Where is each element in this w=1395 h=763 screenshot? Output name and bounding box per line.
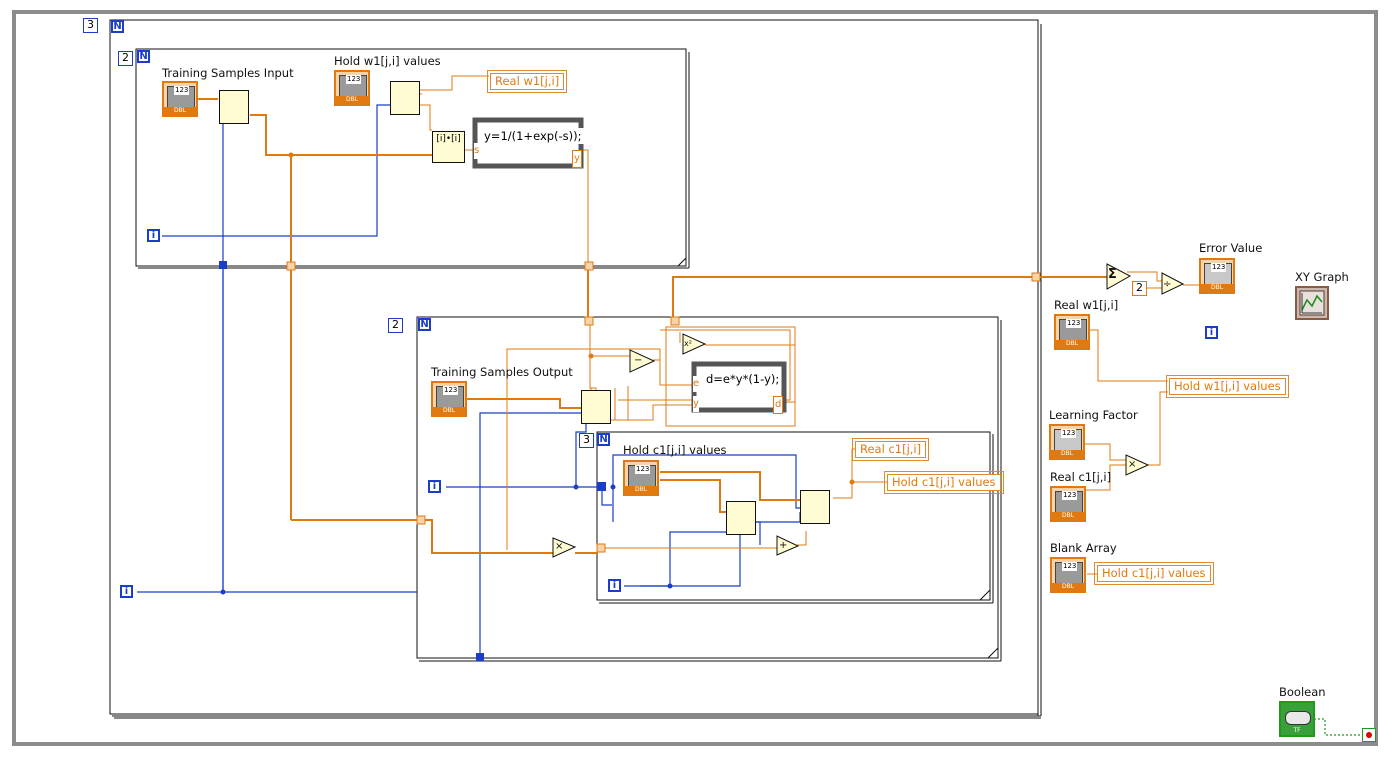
- xy-graph-icon: [1299, 290, 1325, 316]
- ctrl-type-glyph: DBL: [336, 96, 368, 104]
- subtract-glyph: −: [634, 355, 643, 366]
- inner-loop-1-count[interactable]: 2: [118, 51, 133, 66]
- error-value-indicator[interactable]: 123 DBL: [1199, 258, 1235, 294]
- xy-graph-indicator[interactable]: [1295, 286, 1329, 320]
- orange-tunnel: [584, 261, 594, 271]
- multiply-glyph-a: ×: [555, 541, 564, 552]
- orange-tunnel: [416, 515, 426, 525]
- label-xy-graph: XY Graph: [1295, 270, 1349, 284]
- divisor-constant[interactable]: 2: [1132, 281, 1147, 296]
- training-samples-input-control[interactable]: 123 DBL: [162, 81, 198, 117]
- label-error-value: Error Value: [1199, 241, 1263, 255]
- boolean-control[interactable]: TF: [1279, 701, 1315, 737]
- ctrl-type-glyph: DBL: [164, 107, 196, 115]
- ctrl-type-glyph: DBL: [1201, 284, 1233, 292]
- label-hold-w1: Hold w1[j,i] values: [334, 54, 441, 68]
- boolean-wire: [1314, 718, 1362, 736]
- ctrl-type-glyph: DBL: [433, 407, 465, 415]
- replace-array-subset-node[interactable]: [800, 490, 830, 524]
- ctrl-num-glyph: 123: [1062, 491, 1078, 500]
- ctrl-num-glyph: 123: [1066, 319, 1082, 328]
- inner-loop-3-frame[interactable]: [596, 431, 994, 604]
- formula-delta-input-y[interactable]: y: [693, 396, 699, 412]
- blue-tunnel: [219, 261, 227, 269]
- dot-product-node[interactable]: [i]•[i]: [432, 131, 465, 163]
- local-var-real-w1[interactable]: Real w1[j,i]: [486, 70, 568, 93]
- index-array-node-1[interactable]: [219, 90, 249, 124]
- formula-delta-output[interactable]: d: [773, 396, 784, 414]
- training-samples-output-control[interactable]: 123 DBL: [431, 381, 467, 417]
- local-var-hold-w1[interactable]: Hold w1[j,i] values: [1166, 375, 1289, 398]
- iteration-terminal-outer[interactable]: i: [120, 585, 133, 598]
- ctrl-num-glyph: 123: [443, 386, 459, 395]
- stop-icon: [1366, 732, 1372, 738]
- outer-loop-count-terminal[interactable]: N: [111, 20, 124, 33]
- local-var-real-c1[interactable]: Real c1[j,i]: [851, 438, 930, 461]
- iteration-terminal-standalone[interactable]: i: [1205, 326, 1218, 339]
- iteration-terminal-2[interactable]: i: [428, 480, 441, 493]
- label-blank-array: Blank Array: [1050, 541, 1117, 555]
- label-boolean: Boolean: [1279, 685, 1326, 699]
- orange-tunnel: [1031, 272, 1041, 282]
- ctrl-num-glyph: 123: [174, 86, 190, 95]
- blank-array-control[interactable]: 123 DBL: [1050, 557, 1086, 593]
- blue-tunnel: [476, 653, 484, 661]
- hold-w1-control[interactable]: 123 DBL: [334, 70, 370, 106]
- orange-tunnel: [286, 261, 296, 271]
- ctrl-num-glyph: 123: [1062, 562, 1078, 571]
- inner-loop-3-count-terminal[interactable]: N: [597, 433, 610, 446]
- label-real-c1: Real c1[j,i]: [1050, 470, 1112, 484]
- blue-tunnel: [597, 482, 606, 491]
- outer-for-loop-frame[interactable]: [109, 19, 1042, 719]
- learning-factor-control[interactable]: 123 DBL: [1049, 424, 1085, 460]
- toggle-icon: [1285, 711, 1311, 725]
- formula-sigmoid-output[interactable]: y: [572, 150, 582, 168]
- square-glyph: x²: [684, 339, 692, 348]
- orange-tunnel: [670, 316, 680, 326]
- ctrl-type-glyph: DBL: [1052, 512, 1084, 520]
- ctrl-type-glyph: DBL: [625, 486, 657, 494]
- divide-glyph: ÷: [1163, 279, 1172, 290]
- ctrl-num-glyph: 123: [1061, 429, 1077, 438]
- local-var-hold-c1-a[interactable]: Hold c1[j,i] values: [884, 471, 1004, 494]
- ctrl-num-glyph: 123: [1211, 263, 1227, 272]
- inner-loop-2-count[interactable]: 2: [388, 318, 403, 333]
- inner-loop-2-count-terminal[interactable]: N: [418, 318, 431, 331]
- real-w1-control[interactable]: 123 DBL: [1054, 314, 1090, 350]
- multiply-glyph-b: ×: [1128, 459, 1137, 470]
- ctrl-type-glyph: DBL: [1056, 340, 1088, 348]
- label-hold-c1: Hold c1[j,i] values: [623, 443, 727, 457]
- inner-loop-3-count[interactable]: 3: [579, 433, 594, 448]
- label-training-samples-output: Training Samples Output: [431, 365, 573, 379]
- label-real-w1: Real w1[j,i]: [1054, 298, 1119, 312]
- outer-loop-count[interactable]: 3: [83, 18, 98, 33]
- orange-tunnel: [584, 316, 594, 326]
- index-array-node-3[interactable]: [581, 390, 611, 424]
- real-c1-control[interactable]: 123 DBL: [1050, 486, 1086, 522]
- dot-product-glyph: [i]•[i]: [436, 134, 461, 144]
- ctrl-type-glyph: DBL: [1051, 450, 1083, 458]
- index-array-node-2[interactable]: [390, 81, 420, 115]
- formula-delta-input-e[interactable]: e: [693, 376, 700, 392]
- formula-delta-text[interactable]: d=e*y*(1-y);: [704, 371, 782, 387]
- orange-tunnel: [596, 543, 606, 553]
- bool-type-glyph: TF: [1293, 727, 1301, 734]
- local-var-hold-c1-b[interactable]: Hold c1[j,i] values: [1094, 562, 1214, 585]
- index-array-node-4[interactable]: [726, 501, 756, 535]
- stop-terminal[interactable]: [1362, 728, 1376, 742]
- formula-sigmoid-text[interactable]: y=1/(1+exp(-s));: [482, 128, 584, 144]
- ctrl-type-glyph: DBL: [1052, 583, 1084, 591]
- ctrl-num-glyph: 123: [346, 75, 362, 84]
- label-training-samples-input: Training Samples Input: [162, 66, 294, 80]
- sum-glyph: Σ: [1108, 267, 1117, 282]
- block-diagram: 3 N 2 N 2 N 3 N i i i i i Training Sampl…: [0, 0, 1395, 763]
- add-glyph: +: [779, 540, 788, 551]
- formula-sigmoid-input[interactable]: s: [474, 143, 480, 159]
- iteration-terminal-1[interactable]: i: [147, 229, 160, 242]
- hold-c1-control[interactable]: 123 DBL: [623, 460, 659, 496]
- label-learning-factor: Learning Factor: [1049, 408, 1138, 422]
- iteration-terminal-3[interactable]: i: [608, 579, 621, 592]
- ctrl-num-glyph: 123: [635, 465, 651, 474]
- inner-loop-1-count-terminal[interactable]: N: [137, 50, 150, 63]
